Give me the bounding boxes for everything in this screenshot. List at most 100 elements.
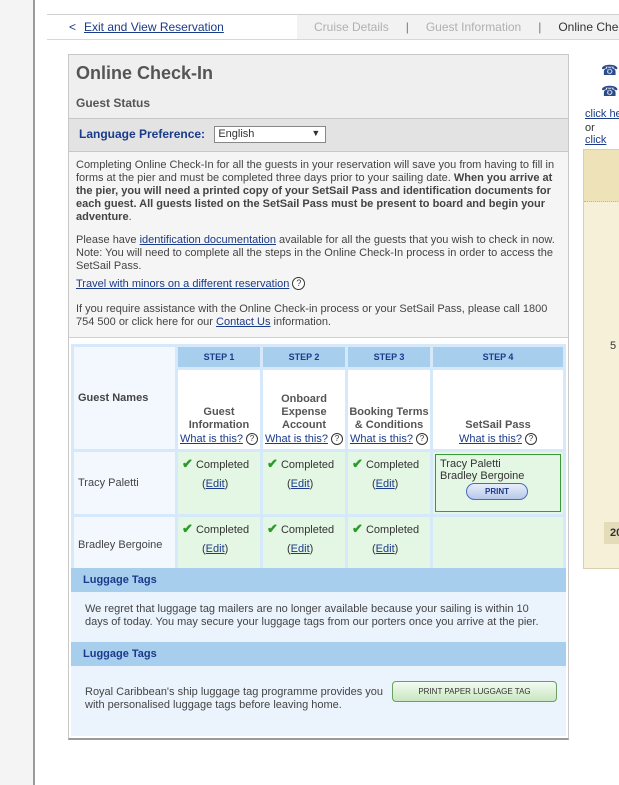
step-status-cell: ✔ Completed (Edit) — [263, 517, 345, 572]
check-icon: ✔ — [182, 521, 193, 536]
tab-separator: | — [405, 20, 409, 34]
help-icon[interactable]: ? — [292, 277, 306, 290]
exit-view-reservation-link[interactable]: Exit and View Reservation — [84, 20, 224, 34]
luggage-tags-print-section: Royal Caribbean's ship luggage tag progr… — [71, 666, 566, 736]
language-select[interactable]: English ▼ — [214, 126, 327, 143]
check-icon: ✔ — [267, 456, 278, 471]
edit-link[interactable]: Edit — [206, 543, 225, 555]
completed-label: Completed — [280, 524, 335, 536]
step1-label: STEP 1 — [178, 347, 260, 367]
step-status-cell: ✔ Completed (Edit) — [263, 452, 345, 514]
intro-paragraph-3: If you require assistance with the Onlin… — [76, 303, 561, 329]
step2-title: Onboard Expense Account — [281, 393, 327, 431]
intro-p1-end: . — [128, 211, 132, 223]
phone-icon: ☎ — [601, 83, 619, 99]
paren: ) — [394, 478, 399, 490]
step1-title: Guest Information — [188, 406, 250, 431]
contact-us-link[interactable]: Contact Us — [216, 316, 270, 328]
help-icon[interactable]: ? — [246, 433, 259, 445]
print-paper-luggage-tag-button[interactable]: PRINT PAPER LUGGAGE TAG — [392, 681, 557, 702]
completed-label: Completed — [365, 459, 420, 471]
completed-label: Completed — [365, 524, 420, 536]
click-link[interactable]: click — [585, 134, 606, 146]
or-text: or click — [585, 122, 619, 146]
tab-cruise-details: Cruise Details — [314, 20, 389, 34]
help-icon[interactable]: ? — [331, 433, 344, 445]
language-row: Language Preference: English ▼ — [69, 118, 568, 152]
language-label: Language Preference: — [79, 127, 206, 141]
edit-wrap: (Edit) — [182, 543, 260, 555]
help-icon[interactable]: ? — [416, 433, 429, 445]
check-icon: ✔ — [352, 521, 363, 536]
check-icon: ✔ — [267, 521, 278, 536]
language-value: English — [218, 128, 255, 140]
table-row: Bradley Bergoine ✔ Completed (Edit) ✔ Com… — [74, 517, 563, 572]
step-status-cell: ✔ Completed (Edit) — [178, 517, 260, 572]
edit-wrap: (Edit) — [267, 543, 345, 555]
pass-guest-name: Tracy Paletti — [440, 458, 501, 470]
step-tabs: Cruise Details | Guest Information | Online … — [297, 15, 619, 39]
step4-cell: SetSail Pass What is this? ? — [433, 370, 563, 449]
intro-p3-end: information. — [273, 316, 331, 328]
what-is-this-link[interactable]: What is this? — [180, 433, 243, 445]
travel-minors-link[interactable]: Travel with minors on a different reserv… — [76, 278, 289, 290]
setsail-pass-cell: Tracy Paletti Bradley Bergoine PRINT — [433, 452, 563, 514]
edit-wrap: (Edit) — [352, 478, 430, 490]
or-label: or — [585, 122, 595, 134]
check-icon: ✔ — [182, 456, 193, 471]
what-is-this-link[interactable]: What is this? — [265, 433, 328, 445]
paren: ) — [309, 478, 314, 490]
step-status-cell: ✔ Completed (Edit) — [178, 452, 260, 514]
right-sidebar: ☎ ☎ click he or click 5 20 — [583, 52, 619, 572]
identification-docs-link[interactable]: identification documentation — [140, 234, 276, 246]
step2-label: STEP 2 — [263, 347, 345, 367]
completed-label: Completed — [195, 524, 250, 536]
step-status-cell: ✔ Completed (Edit) — [348, 452, 430, 514]
intro-text: Completing Online Check-In for all the g… — [69, 152, 568, 338]
intro-paragraph-2: Please have identification documentation… — [76, 234, 561, 273]
step3-title: Booking Terms & Conditions — [349, 406, 429, 431]
step4-title: SetSail Pass — [465, 419, 531, 431]
edit-wrap: (Edit) — [352, 543, 430, 555]
setsail-pass-empty — [433, 517, 563, 572]
page-title: Online Check-In — [76, 63, 214, 83]
card-header — [584, 150, 619, 202]
edit-wrap: (Edit) — [267, 478, 345, 490]
edit-link[interactable]: Edit — [376, 543, 395, 555]
status-table: Guest Names STEP 1 STEP 2 STEP 3 STEP 4 … — [71, 344, 566, 575]
what-is-this-link[interactable]: What is this? — [350, 433, 413, 445]
help-icon[interactable]: ? — [525, 433, 538, 445]
tab-separator: | — [538, 20, 542, 34]
print-button[interactable]: PRINT — [466, 483, 528, 500]
check-icon: ✔ — [352, 456, 363, 471]
step1-cell: Guest Information What is this? ? — [178, 370, 260, 449]
progress-nav: < Exit and View Reservation Cruise Detai… — [47, 14, 619, 40]
left-border — [0, 0, 35, 785]
step-status-cell: ✔ Completed (Edit) — [348, 517, 430, 572]
edit-link[interactable]: Edit — [376, 478, 395, 490]
pass-guest-name: Bradley Bergoine — [440, 470, 525, 482]
completed-label: Completed — [195, 459, 250, 471]
luggage-tags-header: Luggage Tags — [71, 568, 566, 592]
back-section: < Exit and View Reservation — [47, 15, 297, 39]
what-is-this-link[interactable]: What is this? — [459, 433, 522, 445]
step-header-row: Guest Names STEP 1 STEP 2 STEP 3 STEP 4 — [74, 347, 563, 449]
edit-link[interactable]: Edit — [291, 543, 310, 555]
guest-name: Tracy Paletti — [74, 452, 175, 514]
page-subtitle: Guest Status — [76, 96, 151, 110]
edit-link[interactable]: Edit — [291, 478, 310, 490]
checkin-panel: Online Check-In Guest Status Language Pr… — [68, 54, 569, 740]
card-number: 5 — [610, 340, 617, 352]
card-footer-number: 20 — [604, 522, 619, 544]
paren: ) — [394, 543, 399, 555]
edit-wrap: (Edit) — [182, 478, 260, 490]
dropdown-arrow-icon: ▼ — [311, 128, 321, 138]
step2-cell: Onboard Expense Account What is this? ? — [263, 370, 345, 449]
panel-header: Online Check-In Guest Status — [69, 55, 568, 118]
step3-label: STEP 3 — [348, 347, 430, 367]
setsail-pass-box: Tracy Paletti Bradley Bergoine PRINT — [435, 454, 561, 512]
sidebar-card: 5 20 — [583, 149, 619, 569]
edit-link[interactable]: Edit — [206, 478, 225, 490]
back-arrow[interactable]: < — [69, 20, 76, 34]
click-here-link[interactable]: click he — [585, 108, 619, 120]
